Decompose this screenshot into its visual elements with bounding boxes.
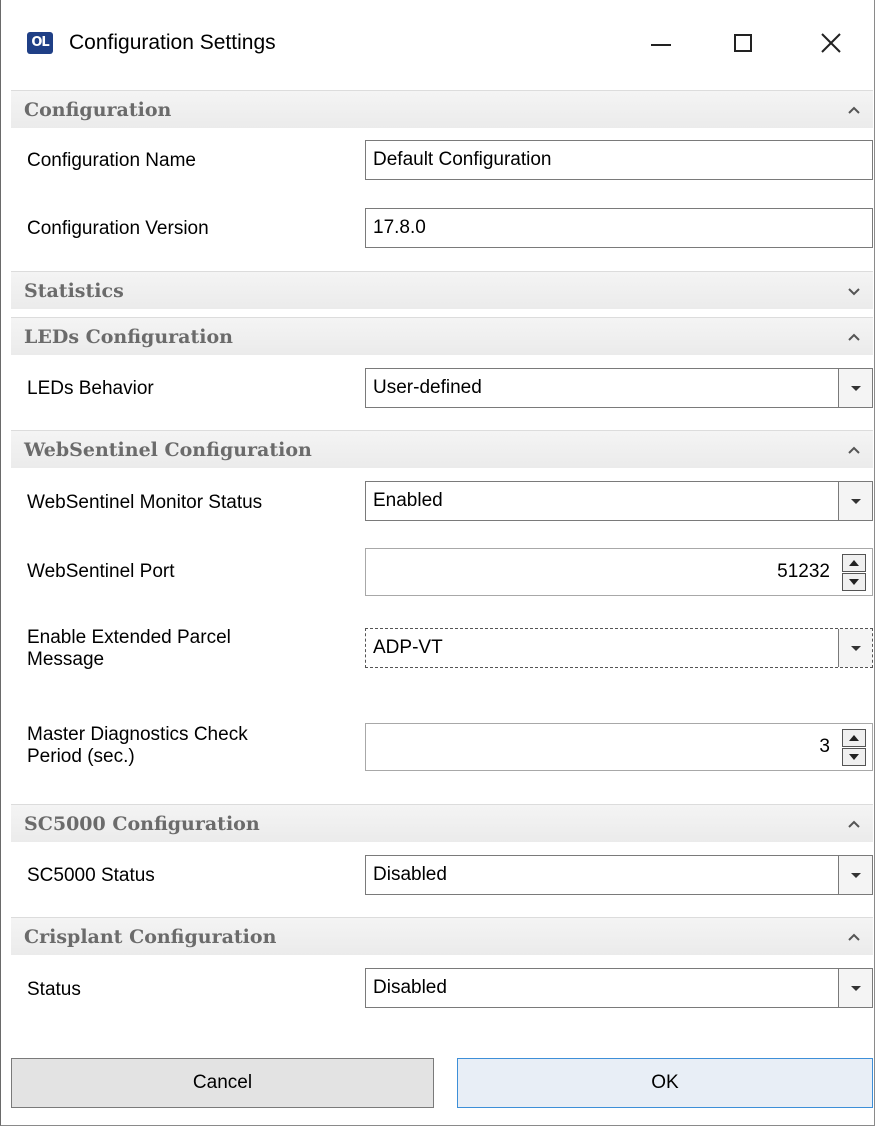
- leds-behavior-dropdown[interactable]: User-defined: [365, 368, 873, 408]
- section-header-leds[interactable]: LEDs Configuration: [11, 317, 873, 355]
- chevron-up-icon: [848, 106, 860, 114]
- section-header-configuration[interactable]: Configuration: [11, 90, 873, 128]
- title-bar[interactable]: OL Configuration Settings: [1, 0, 874, 86]
- maximize-button[interactable]: [713, 22, 773, 66]
- sc5000-status-label: SC5000 Status: [27, 865, 155, 886]
- configuration-version-label: Configuration Version: [27, 218, 209, 239]
- decrement-button[interactable]: [842, 573, 866, 591]
- decrement-button[interactable]: [842, 748, 866, 766]
- caret-down-icon: [851, 386, 861, 391]
- dropdown-value: ADP-VT: [373, 637, 443, 658]
- section-title: Crisplant Configuration: [24, 926, 277, 948]
- chevron-up-icon: [848, 446, 860, 454]
- close-button[interactable]: [801, 22, 861, 66]
- section-header-sc5000[interactable]: SC5000 Configuration: [11, 804, 873, 842]
- chevron-up-icon: [848, 933, 860, 941]
- cancel-button[interactable]: Cancel: [11, 1058, 434, 1108]
- dropdown-arrow[interactable]: [838, 629, 872, 667]
- chevron-up-icon: [848, 820, 860, 828]
- extended-parcel-message-dropdown[interactable]: ADP-VT: [365, 628, 873, 668]
- app-icon: OL: [27, 32, 53, 54]
- configuration-version-input[interactable]: 17.8.0: [365, 208, 873, 248]
- section-title: SC5000 Configuration: [24, 813, 260, 835]
- dropdown-arrow[interactable]: [838, 482, 872, 520]
- label-line: Master Diagnostics Check: [27, 724, 248, 745]
- caret-down-icon: [851, 986, 861, 991]
- section-header-crisplant[interactable]: Crisplant Configuration: [11, 917, 873, 955]
- label-line: Enable Extended Parcel: [27, 627, 231, 648]
- configuration-settings-window: OL Configuration Settings Configuration …: [0, 0, 875, 1126]
- extended-parcel-message-label: Enable Extended Parcel Message: [27, 627, 231, 671]
- configuration-name-label: Configuration Name: [27, 150, 196, 171]
- websentinel-monitor-dropdown[interactable]: Enabled: [365, 481, 873, 521]
- section-title: Statistics: [24, 280, 124, 302]
- diagnostics-period-spinner[interactable]: 3: [365, 723, 873, 771]
- crisplant-status-dropdown[interactable]: Disabled: [365, 968, 873, 1008]
- label-line: Message: [27, 649, 105, 670]
- diagnostics-period-label: Master Diagnostics Check Period (sec.): [27, 724, 248, 768]
- section-title: LEDs Configuration: [24, 326, 233, 348]
- chevron-down-icon: [848, 288, 860, 296]
- arrow-down-icon: [849, 579, 859, 585]
- arrow-up-icon: [849, 735, 859, 741]
- dropdown-value: Disabled: [373, 864, 447, 885]
- spinner-value: 3: [819, 736, 830, 757]
- increment-button[interactable]: [842, 554, 866, 572]
- crisplant-status-label: Status: [27, 979, 81, 1000]
- websentinel-port-label: WebSentinel Port: [27, 561, 175, 582]
- dropdown-arrow[interactable]: [838, 369, 872, 407]
- arrow-up-icon: [849, 560, 859, 566]
- window-title: Configuration Settings: [69, 31, 276, 54]
- section-title: Configuration: [24, 99, 172, 121]
- caret-down-icon: [851, 873, 861, 878]
- dropdown-value: Disabled: [373, 977, 447, 998]
- increment-button[interactable]: [842, 729, 866, 747]
- label-line: Period (sec.): [27, 746, 135, 767]
- dropdown-value: User-defined: [373, 377, 482, 398]
- leds-behavior-label: LEDs Behavior: [27, 378, 154, 399]
- ok-button[interactable]: OK: [457, 1058, 873, 1108]
- chevron-up-icon: [848, 333, 860, 341]
- websentinel-port-spinner[interactable]: 51232: [365, 548, 873, 596]
- spinner-value: 51232: [777, 561, 830, 582]
- dropdown-arrow[interactable]: [838, 856, 872, 894]
- sc5000-status-dropdown[interactable]: Disabled: [365, 855, 873, 895]
- section-header-websentinel[interactable]: WebSentinel Configuration: [11, 430, 873, 468]
- dropdown-value: Enabled: [373, 490, 443, 511]
- section-header-statistics[interactable]: Statistics: [11, 271, 873, 309]
- arrow-down-icon: [849, 754, 859, 760]
- websentinel-monitor-label: WebSentinel Monitor Status: [27, 492, 263, 513]
- close-icon: [821, 33, 841, 53]
- dropdown-arrow[interactable]: [838, 969, 872, 1007]
- minimize-button[interactable]: [629, 22, 689, 66]
- configuration-name-input[interactable]: Default Configuration: [365, 140, 873, 180]
- section-title: WebSentinel Configuration: [24, 439, 312, 461]
- caret-down-icon: [851, 646, 861, 651]
- caret-down-icon: [851, 499, 861, 504]
